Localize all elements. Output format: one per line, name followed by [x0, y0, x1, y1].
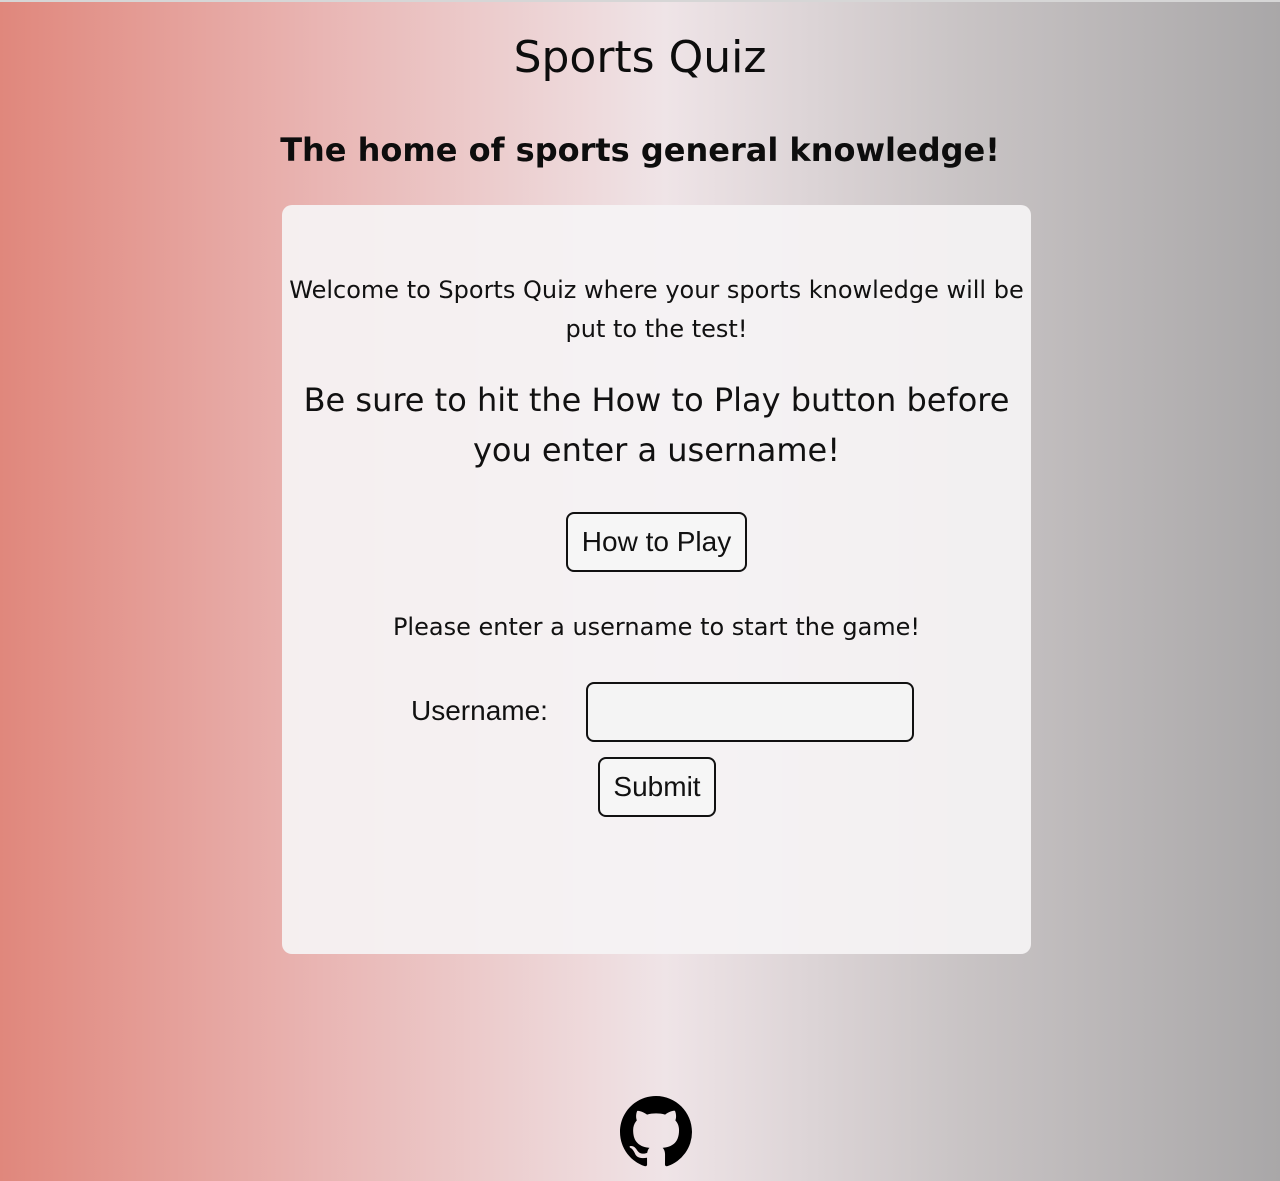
- github-icon: [620, 1096, 692, 1167]
- username-label: Username:: [411, 695, 548, 726]
- submit-button[interactable]: Submit: [598, 757, 716, 817]
- github-link[interactable]: [620, 1096, 692, 1168]
- quiz-card: Welcome to Sports Quiz where your sports…: [282, 205, 1031, 954]
- instruction-text: Be sure to hit the How to Play button be…: [303, 381, 1010, 469]
- top-border: [0, 0, 1280, 2]
- welcome-text: Welcome to Sports Quiz where your sports…: [289, 276, 1024, 343]
- username-prompt: Please enter a username to start the gam…: [392, 613, 921, 641]
- page-title: Sports Quiz: [513, 32, 767, 83]
- page-subtitle: The home of sports general knowledge!: [280, 131, 1000, 169]
- username-input[interactable]: [586, 682, 914, 742]
- how-to-play-button[interactable]: How to Play: [566, 512, 747, 572]
